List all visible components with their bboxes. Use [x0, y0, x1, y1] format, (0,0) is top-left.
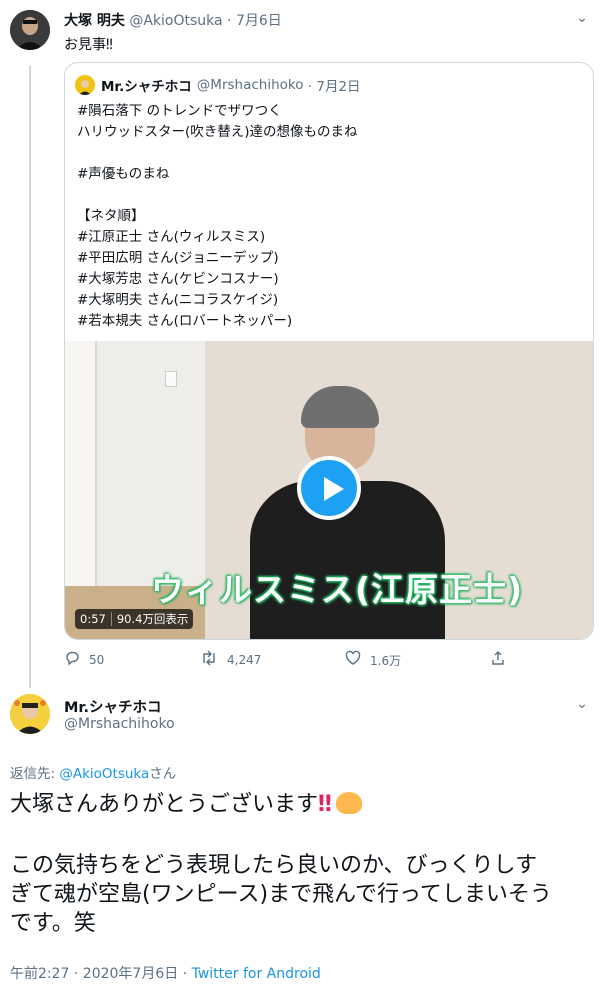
quoted-author-avatar[interactable] — [75, 75, 95, 95]
tweet-header: 大塚 明夫 @AkioOtsuka · 7月6日 — [64, 10, 282, 30]
replying-to-handle[interactable]: @AkioOtsuka — [59, 766, 149, 782]
video-caption: ウィルスミス(江原正士) — [151, 570, 524, 609]
hashtag-line: #平田広明 さん(ジョニーデップ) — [77, 250, 279, 266]
replying-to-suffix: さん — [149, 766, 177, 782]
like-action[interactable]: 1.6万 — [345, 650, 401, 670]
like-icon — [345, 650, 361, 670]
tweet-date[interactable]: · 7月6日 — [227, 13, 282, 29]
video-duration: 0:57 — [80, 612, 106, 626]
video-duration-badge: 0:57 90.4万回表示 — [75, 609, 194, 629]
thread-line — [29, 66, 31, 688]
retweet-action[interactable]: 4,247 — [200, 650, 261, 670]
video-view-count: 90.4万回表示 — [116, 612, 189, 626]
play-icon[interactable] — [297, 456, 361, 520]
tweet-author-avatar[interactable] — [10, 10, 50, 50]
hashtag-line: #声優ものまね — [77, 166, 170, 182]
reply-options-chevron-down-icon[interactable]: ⌄ — [576, 696, 588, 712]
quoted-author-handle[interactable]: @Mrshachihoko — [197, 77, 304, 93]
reply-meta: 午前2:27 · 2020年7月6日 · Twitter for Android — [10, 963, 321, 983]
reply-timestamp[interactable]: 午前2:27 · 2020年7月6日 · — [10, 966, 192, 982]
retweet-icon — [200, 650, 218, 670]
hashtag-line: #隕石落下 のトレンドでザワつく — [77, 103, 282, 119]
share-action[interactable] — [490, 650, 515, 670]
replying-to: 返信先: @AkioOtsukaさん — [10, 762, 176, 782]
retweet-count: 4,247 — [227, 653, 262, 667]
author-handle[interactable]: @AkioOtsuka — [129, 13, 222, 29]
quoted-tweet-card[interactable]: Mr.シャチホコ @Mrshachihoko · 7月2日 #隕石落下 のトレン… — [64, 62, 594, 640]
replying-to-label: 返信先: — [10, 766, 60, 782]
video-switch — [165, 371, 177, 387]
quoted-author-name[interactable]: Mr.シャチホコ — [101, 75, 192, 95]
text-line: 【ネタ順】 — [77, 208, 145, 224]
reply-line-text: 大塚さんありがとうございます — [10, 792, 319, 817]
reply-author-avatar[interactable] — [10, 694, 50, 734]
tweet-options-chevron-down-icon[interactable]: ⌄ — [576, 10, 588, 26]
video-door — [65, 341, 97, 591]
double-exclamation-mark: ‼ — [318, 792, 332, 817]
reply-count: 50 — [89, 653, 105, 667]
reply-action[interactable]: 50 — [64, 650, 104, 670]
quoted-tweet-text: #隕石落下 のトレンドでザワつく ハリウッドスター(吹き替え)達の想像ものまね … — [77, 101, 358, 332]
bowing-person-emoji-icon — [335, 792, 362, 814]
reply-source[interactable]: Twitter for Android — [192, 966, 321, 982]
author-name[interactable]: 大塚 明夫 — [64, 13, 125, 29]
hashtag-line: #大塚明夫 さん(ニコラスケイジ) — [77, 292, 279, 308]
reply-line: この気持ちをどう表現したら良いのか、びっくりしす — [10, 853, 538, 878]
reply-text: 大塚さんありがとうございます‼ この気持ちをどう表現したら良いのか、びっくりしす… — [10, 790, 595, 938]
tweet-actions: 50 4,247 1.6万 — [64, 650, 524, 672]
reply-author-name[interactable]: Mr.シャチホコ — [64, 696, 162, 717]
like-count: 1.6万 — [370, 653, 402, 668]
badge-divider — [110, 612, 112, 626]
reply-line: 大塚さんありがとうございます‼ — [10, 790, 595, 819]
hashtag-line: #江原正士 さん(ウィルスミス) — [77, 229, 266, 245]
tweet-text: お見事‼ — [64, 37, 113, 53]
share-icon — [490, 650, 506, 670]
reply-icon — [64, 650, 80, 670]
hashtag-line: #大塚芳忠 さん(ケビンコスナー) — [77, 271, 279, 287]
quoted-tweet-date[interactable]: · 7月2日 — [308, 75, 361, 95]
text-line: ハリウッドスター(吹き替え)達の想像ものまね — [77, 124, 358, 140]
reply-line: ぎて魂が空島(ワンピース)まで飛んで行ってしまいそう — [10, 882, 552, 907]
video-player[interactable]: ウィルスミス(江原正士) 0:57 90.4万回表示 — [65, 341, 593, 639]
hashtag-line: #若本規夫 さん(ロバートネッパー) — [77, 313, 293, 329]
reply-author-handle[interactable]: @Mrshachihoko — [64, 716, 175, 732]
reply-line: です。笑 — [10, 911, 96, 936]
quoted-tweet-header: Mr.シャチホコ @Mrshachihoko · 7月2日 — [75, 75, 361, 95]
